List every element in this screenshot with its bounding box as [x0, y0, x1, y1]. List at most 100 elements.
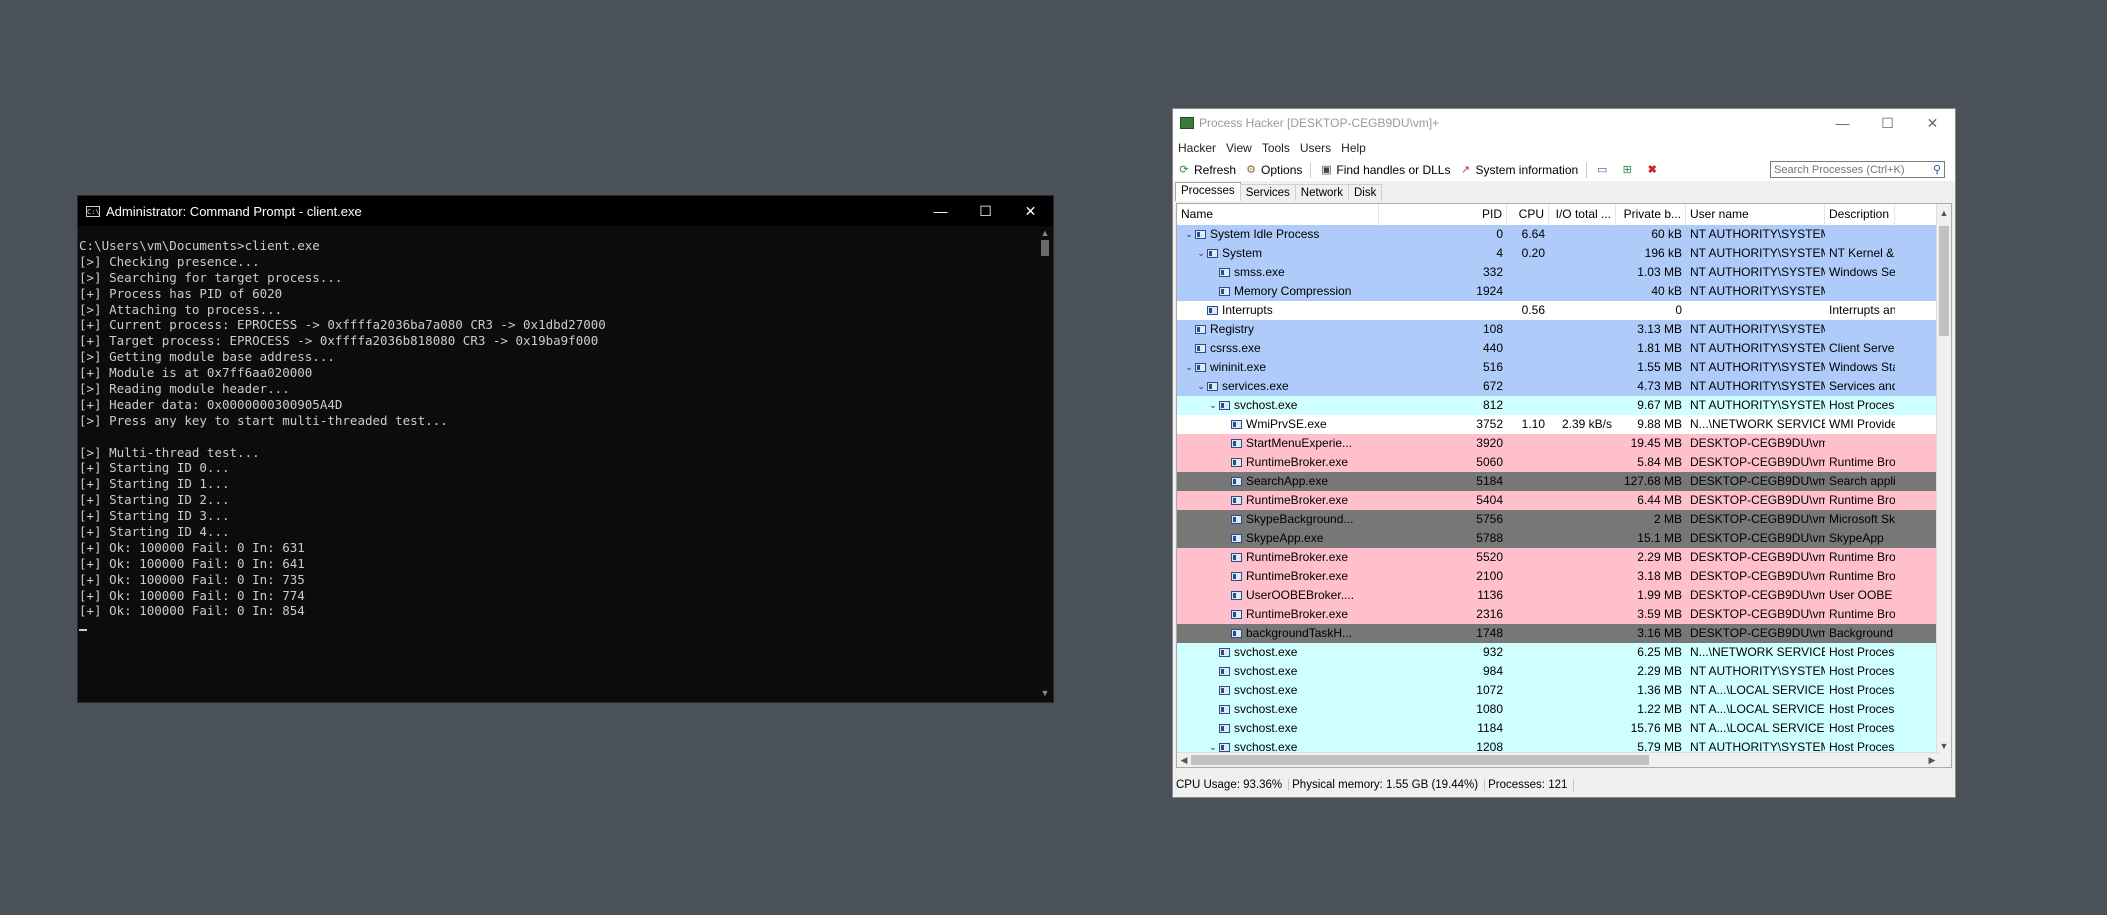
options-button[interactable]: ⚙ Options [1244, 163, 1302, 177]
menu-tools[interactable]: Tools [1262, 141, 1290, 155]
cpu-cell [1507, 358, 1549, 377]
refresh-button[interactable]: ⟳ Refresh [1177, 163, 1236, 177]
pid-cell: 5184 [1476, 474, 1503, 488]
process-row[interactable]: SkypeApp.exe 5788 15.1 MB DESKTOP-CEGB9DU\v… [1177, 529, 1937, 548]
process-row[interactable]: ⌄ System Idle Process 0 6.64 60 kB NT AUTHORI… [1177, 225, 1937, 244]
user-name-cell: NT A...\LOCAL SERVICE [1690, 721, 1825, 735]
scroll-down-arrow-icon[interactable]: ▼ [1937, 739, 1951, 753]
process-row[interactable]: ⌄ svchost.exe 812 9.67 MB NT AUTHORITY\SYSTE… [1177, 396, 1937, 415]
close-button[interactable]: ✕ [1910, 109, 1955, 137]
cmd-vertical-scrollbar[interactable]: ▲ ▼ [1037, 226, 1053, 702]
process-name-cell: Memory Compression [1177, 282, 1379, 301]
chevron-down-icon[interactable]: ⌄ [1207, 396, 1219, 415]
tab-disk[interactable]: Disk [1347, 184, 1383, 201]
process-row[interactable]: RuntimeBroker.exe 2100 3.18 MB DESKTOP-CEGB… [1177, 567, 1937, 586]
column-user-name[interactable]: User name [1686, 204, 1825, 225]
scroll-right-arrow-icon[interactable]: ▶ [1925, 753, 1939, 767]
close-button[interactable]: ✕ [1008, 196, 1053, 226]
process-row[interactable]: RuntimeBroker.exe 5404 6.44 MB DESKTOP-CEGB… [1177, 491, 1937, 510]
window-button[interactable]: ▭ [1595, 163, 1612, 177]
pid-cell: 812 [1482, 398, 1503, 412]
process-row[interactable]: Interrupts 0.56 0 Interrupts an [1177, 301, 1937, 320]
console-line: [+] Starting ID 1... [79, 476, 230, 492]
chevron-down-icon[interactable]: ⌄ [1183, 358, 1195, 377]
menu-users[interactable]: Users [1300, 141, 1331, 155]
ph-titlebar[interactable]: Process Hacker [DESKTOP-CEGB9DU\vm]+ — ☐… [1173, 109, 1955, 137]
process-hacker-window[interactable]: Process Hacker [DESKTOP-CEGB9DU\vm]+ — ☐… [1172, 108, 1956, 798]
minimize-button[interactable]: — [1820, 109, 1865, 137]
process-row[interactable]: ⌄ System 4 0.20 196 kB NT AUTHORITY\SYSTEM NT … [1177, 244, 1937, 263]
system-information-label: System information [1475, 163, 1579, 177]
process-row[interactable]: RuntimeBroker.exe 5060 5.84 MB DESKTOP-CEGB… [1177, 453, 1937, 472]
user-name-cell: N...\NETWORK SERVICE [1690, 417, 1825, 431]
menu-view[interactable]: View [1226, 141, 1252, 155]
chevron-down-icon[interactable]: ⌄ [1195, 244, 1207, 263]
cmd-window[interactable]: C:\ Administrator: Command Prompt - clie… [77, 195, 1054, 703]
io-cell [1549, 643, 1616, 662]
scroll-left-arrow-icon[interactable]: ◀ [1177, 753, 1191, 767]
scroll-up-arrow-icon[interactable]: ▲ [1037, 226, 1053, 240]
user-name-cell: NT AUTHORITY\SYSTEM [1690, 379, 1825, 393]
scroll-up-arrow-icon[interactable]: ▲ [1937, 206, 1951, 220]
red-x-icon: ✖ [1647, 164, 1657, 176]
column-io-total[interactable]: I/O total ... [1549, 204, 1616, 225]
column-private-bytes[interactable]: Private b... [1616, 204, 1686, 225]
private-bytes-cell: 19.45 MB [1630, 436, 1682, 450]
list-horizontal-scrollbar[interactable]: ◀ ▶ [1177, 752, 1939, 767]
column-pid[interactable]: PID [1379, 204, 1507, 225]
tab-processes[interactable]: Processes [1175, 182, 1241, 201]
column-description[interactable]: Description [1825, 204, 1895, 225]
find-window-button[interactable]: ⊞ [1620, 163, 1637, 177]
process-row[interactable]: ⌄ wininit.exe 516 1.55 MB NT AUTHORITY\SYSTE… [1177, 358, 1937, 377]
process-row[interactable]: csrss.exe 440 1.81 MB NT AUTHORITY\SYSTEM Cl… [1177, 339, 1937, 358]
menu-help[interactable]: Help [1341, 141, 1366, 155]
pid-cell: 3752 [1476, 417, 1503, 431]
description-cell: Runtime Bro [1829, 607, 1895, 621]
text-cursor [79, 629, 87, 632]
cmd-titlebar[interactable]: C:\ Administrator: Command Prompt - clie… [78, 196, 1053, 226]
maximize-button[interactable]: ☐ [963, 196, 1008, 226]
process-list[interactable]: Name PID CPU I/O total ... Private b... … [1176, 203, 1952, 768]
process-name: StartMenuExperie... [1246, 436, 1353, 450]
process-row[interactable]: svchost.exe 984 2.29 MB NT AUTHORITY\SYSTEM… [1177, 662, 1937, 681]
scroll-down-arrow-icon[interactable]: ▼ [1037, 686, 1053, 700]
scroll-thumb[interactable] [1191, 755, 1649, 765]
process-row[interactable]: WmiPrvSE.exe 3752 1.10 2.39 kB/s 9.88 MB N...… [1177, 415, 1937, 434]
process-row[interactable]: svchost.exe 932 6.25 MB N...\NETWORK SERVIC… [1177, 643, 1937, 662]
process-row[interactable]: RuntimeBroker.exe 5520 2.29 MB DESKTOP-CEGB… [1177, 548, 1937, 567]
chevron-down-icon[interactable]: ⌄ [1195, 377, 1207, 396]
search-icon[interactable]: ⚲ [1933, 163, 1941, 176]
process-row[interactable]: svchost.exe 1072 1.36 MB NT A...\LOCAL SERV… [1177, 681, 1937, 700]
process-row[interactable]: SearchApp.exe 5184 127.68 MB DESKTOP-CEGB9D… [1177, 472, 1937, 491]
process-row[interactable]: UserOOBEBroker.... 1136 1.99 MB DESKTOP-CEG… [1177, 586, 1937, 605]
process-row[interactable]: RuntimeBroker.exe 2316 3.59 MB DESKTOP-CEGB… [1177, 605, 1937, 624]
tab-network[interactable]: Network [1294, 184, 1349, 201]
process-row[interactable]: backgroundTaskH... 1748 3.16 MB DESKTOP-CEG… [1177, 624, 1937, 643]
scroll-thumb[interactable] [1939, 226, 1949, 336]
terminate-button[interactable]: ✖ [1645, 163, 1662, 177]
system-information-button[interactable]: ↗ System information [1458, 163, 1578, 177]
process-row[interactable]: SkypeBackground... 5756 2 MB DESKTOP-CEGB9D… [1177, 510, 1937, 529]
process-row[interactable]: svchost.exe 1080 1.22 MB NT A...\LOCAL SERV… [1177, 700, 1937, 719]
menu-hacker[interactable]: Hacker [1178, 141, 1216, 155]
column-cpu[interactable]: CPU [1507, 204, 1549, 225]
find-handles-button[interactable]: ▣ Find handles or DLLs [1319, 163, 1450, 177]
maximize-button[interactable]: ☐ [1865, 109, 1910, 137]
scroll-thumb[interactable] [1041, 240, 1049, 256]
process-row[interactable]: smss.exe 332 1.03 MB NT AUTHORITY\SYSTEM Win… [1177, 263, 1937, 282]
process-row[interactable]: Registry 108 3.13 MB NT AUTHORITY\SYSTEM [1177, 320, 1937, 339]
list-vertical-scrollbar[interactable]: ▲ ▼ [1936, 204, 1951, 767]
process-row[interactable]: Memory Compression 1924 40 kB NT AUTHORITY\… [1177, 282, 1937, 301]
io-cell [1549, 700, 1616, 719]
process-row[interactable]: ⌄ services.exe 672 4.73 MB NT AUTHORITY\SYST… [1177, 377, 1937, 396]
tab-services[interactable]: Services [1239, 184, 1296, 201]
column-name[interactable]: Name [1177, 204, 1379, 225]
chevron-down-icon[interactable]: ⌄ [1183, 225, 1195, 244]
process-name: svchost.exe [1234, 683, 1298, 697]
console-output[interactable]: C:\Users\vm\Documents>client.exe [>] Chec… [78, 238, 1037, 702]
minimize-button[interactable]: — [918, 196, 963, 226]
search-input[interactable] [1771, 163, 1927, 176]
process-row[interactable]: StartMenuExperie... 3920 19.45 MB DESKTOP-C… [1177, 434, 1937, 453]
search-box[interactable]: ⚲ [1770, 161, 1945, 178]
process-row[interactable]: svchost.exe 1184 15.76 MB NT A...\LOCAL SER… [1177, 719, 1937, 738]
